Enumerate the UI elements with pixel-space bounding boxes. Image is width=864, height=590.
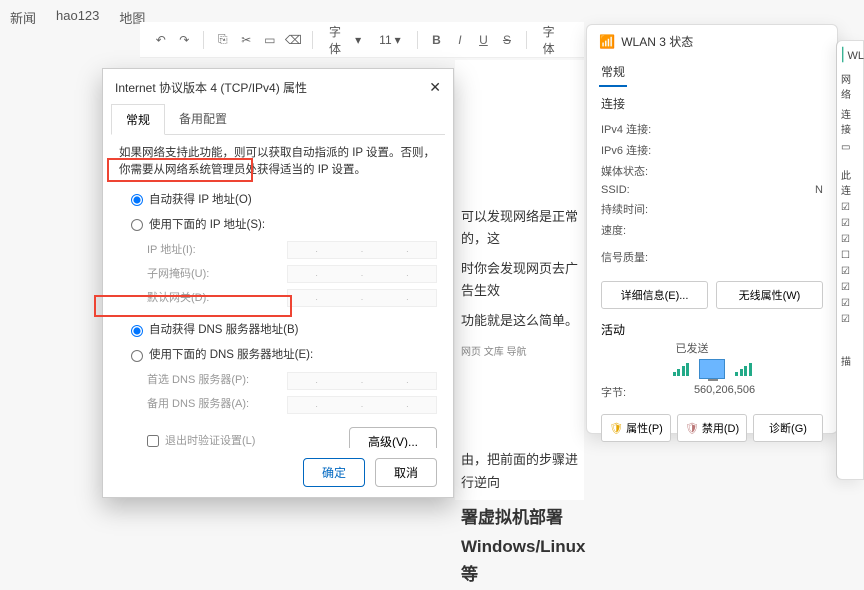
mask-input: ... xyxy=(287,265,437,283)
radio-auto-ip[interactable] xyxy=(131,194,143,206)
strike-icon[interactable]: S xyxy=(498,31,516,49)
bold-icon[interactable]: B xyxy=(428,31,446,49)
italic-icon[interactable]: I xyxy=(451,31,469,49)
tab-news[interactable]: 新闻 xyxy=(10,8,36,27)
label-manual-ip: 使用下面的 IP 地址(S): xyxy=(149,217,265,234)
dialog-title: Internet 协议版本 4 (TCP/IPv4) 属性 xyxy=(115,79,307,96)
doc-subtabs: 网页 文库 导航 xyxy=(461,344,578,361)
tab-hao123[interactable]: hao123 xyxy=(56,8,99,27)
radio-manual-dns[interactable] xyxy=(131,350,143,362)
value-ssid: N xyxy=(815,184,823,196)
value-bytes-sent: 560,206,506 xyxy=(694,384,755,400)
properties-button[interactable]: 🛡 属性(P) xyxy=(601,414,671,442)
ipv4-properties-dialog: Internet 协议版本 4 (TCP/IPv4) 属性 ✕ 常规 备用配置 … xyxy=(102,68,454,498)
shield-icon: 🛡 xyxy=(609,423,623,435)
font-family-select[interactable]: 字体 ▾ xyxy=(323,21,367,59)
activity-header: 活动 xyxy=(601,321,823,338)
label-auto-ip: 自动获得 IP 地址(O) xyxy=(149,192,252,209)
doc-text: 时你会发现网页去广告生效 xyxy=(461,258,578,302)
label-mask: 子网掩码(U): xyxy=(147,266,209,283)
browser-tabs: 新闻 hao123 地图 xyxy=(10,8,145,27)
redo-icon[interactable]: ↷ xyxy=(176,31,194,49)
label-signal: 信号质量: xyxy=(601,249,648,265)
document-body: 可以发现网络是正常的，这 时你会发现网页去广告生效 功能就是这么简单。 网页 文… xyxy=(455,60,584,500)
tab-general[interactable]: 常规 xyxy=(111,104,165,135)
label-auto-dns: 自动获得 DNS 服务器地址(B) xyxy=(149,322,299,339)
details-button[interactable]: 详细信息(E)... xyxy=(601,281,708,309)
monitor-icon xyxy=(699,359,725,379)
label-speed: 速度: xyxy=(601,222,626,238)
dns1-input: ... xyxy=(287,372,437,390)
label-ssid: SSID: xyxy=(601,184,630,196)
tab-alternate[interactable]: 备用配置 xyxy=(165,104,241,134)
doc-heading: 署虚拟机部署Windows/Linux等 xyxy=(461,504,578,590)
activity-graphic xyxy=(601,356,823,382)
scissors-icon[interactable]: ✂ xyxy=(238,31,256,49)
clear-icon[interactable]: ⌫ xyxy=(285,31,303,49)
ok-button[interactable]: 确定 xyxy=(303,458,365,487)
label-ipv6conn: IPv6 连接: xyxy=(601,142,651,158)
editor-toolbar: ↶ ↷ ⎘ ✂ ▭ ⌫ 字体 ▾ 11 ▾ B I U S 字体 xyxy=(140,22,584,58)
wifi-icon: 📶 xyxy=(599,34,615,50)
label-manual-dns: 使用下面的 DNS 服务器地址(E): xyxy=(149,347,313,364)
label-media: 媒体状态: xyxy=(601,163,648,179)
label-dns1: 首选 DNS 服务器(P): xyxy=(147,372,249,389)
advanced-button[interactable]: 高级(V)... xyxy=(349,427,437,449)
label-ip: IP 地址(I): xyxy=(147,242,196,259)
dns2-input: ... xyxy=(287,396,437,414)
copy-icon[interactable]: ⎘ xyxy=(214,31,232,49)
radio-manual-ip[interactable] xyxy=(131,219,143,231)
label-ipv4conn: IPv4 连接: xyxy=(601,121,651,137)
doc-text: 由，把前面的步骤进行逆向 xyxy=(461,449,578,493)
gateway-input: ... xyxy=(287,289,437,307)
label-duration: 持续时间: xyxy=(601,201,648,217)
dialog-description: 如果网络支持此功能，则可以获取自动指派的 IP 设置。否则，你需要从网络系统管理… xyxy=(119,145,437,180)
shield-icon: 🛡 xyxy=(685,423,699,435)
label-bytes: 字节: xyxy=(601,384,626,400)
underline-icon[interactable]: U xyxy=(475,31,493,49)
wlan-tab-general[interactable]: 常规 xyxy=(599,58,627,87)
cancel-button[interactable]: 取消 xyxy=(375,458,437,487)
font-color-select[interactable]: 字体 xyxy=(537,21,572,59)
disable-button[interactable]: 🛡 禁用(D) xyxy=(677,414,747,442)
wlan-status-window: 📶 WLAN 3 状态 常规 连接 IPv4 连接: IPv6 连接: 媒体状态… xyxy=(586,24,838,434)
side-wlan-panel: ⎢WL 网络 连接 ▭ 此连 ☑ ☑ ☑ ☐ ☑ ☑ ☑ ☑ 描 xyxy=(836,40,864,480)
connection-header: 连接 xyxy=(601,95,823,112)
checkbox-validate[interactable] xyxy=(147,435,159,447)
wireless-props-button[interactable]: 无线属性(W) xyxy=(716,281,823,309)
label-sent: 已发送 xyxy=(676,340,709,356)
label-gateway: 默认网关(D): xyxy=(147,290,209,307)
label-dns2: 备用 DNS 服务器(A): xyxy=(147,396,249,413)
wlan-title-text: WLAN 3 状态 xyxy=(621,33,693,50)
brush-icon[interactable]: ▭ xyxy=(261,31,279,49)
diagnose-button[interactable]: 诊断(G) xyxy=(753,414,823,442)
font-size-select[interactable]: 11 ▾ xyxy=(373,31,407,49)
label-validate: 退出时验证设置(L) xyxy=(165,433,255,448)
doc-text: 可以发现网络是正常的，这 xyxy=(461,206,578,250)
undo-icon[interactable]: ↶ xyxy=(152,31,170,49)
ip-input: ... xyxy=(287,241,437,259)
close-icon[interactable]: ✕ xyxy=(429,79,441,96)
doc-text: 功能就是这么简单。 xyxy=(461,310,578,332)
radio-auto-dns[interactable] xyxy=(131,325,143,337)
